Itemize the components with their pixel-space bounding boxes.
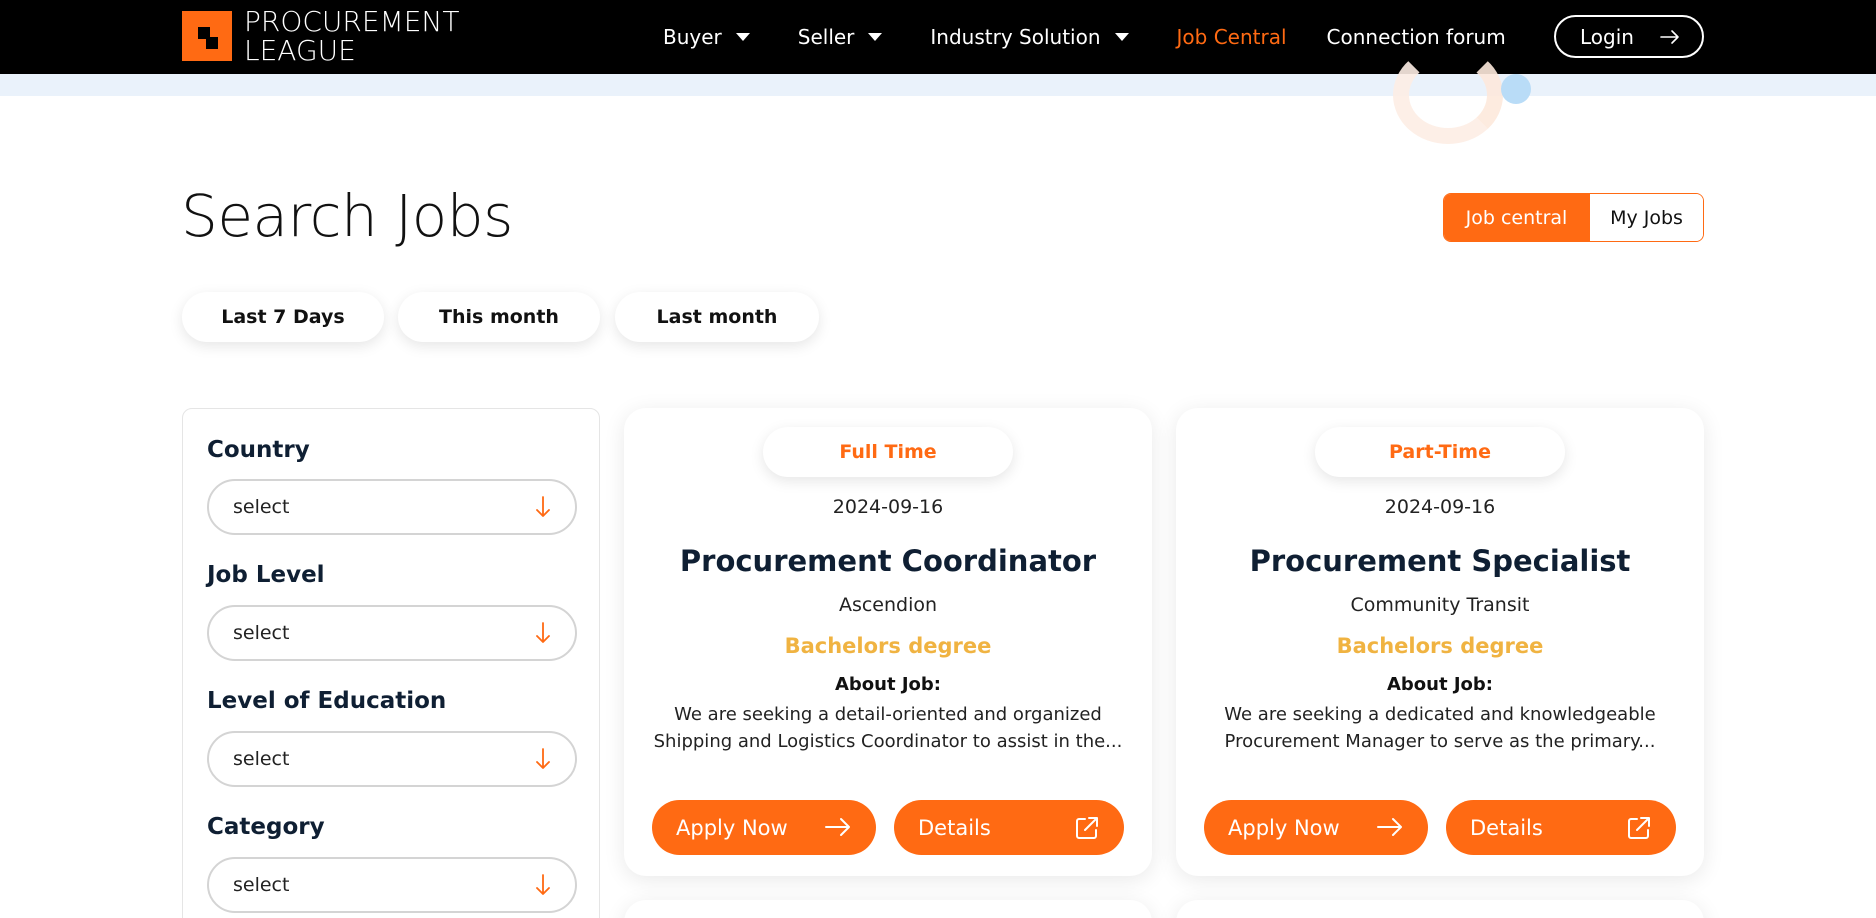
job-type-badge: Full Time — [763, 427, 1013, 477]
caret-down-icon — [868, 33, 883, 41]
job-level-select[interactable]: select — [207, 605, 577, 661]
job-title: Procurement Specialist — [1249, 544, 1631, 578]
nav-item-buyer[interactable]: Buyer — [663, 25, 750, 49]
details-button[interactable]: Details — [1446, 800, 1676, 855]
caret-down-icon — [1114, 33, 1129, 41]
description-line: We are seeking a dedicated and knowledge… — [1224, 704, 1656, 725]
jobs-view-toggle: Job central My Jobs — [1443, 193, 1704, 242]
about-job-label: About Job: — [1386, 674, 1493, 695]
nav-item-job-central[interactable]: Job Central — [1177, 25, 1287, 49]
filter-last-7-days[interactable]: Last 7 Days — [182, 292, 384, 342]
logo-line-2: LEAGUE — [244, 34, 356, 67]
job-date: 2024-09-16 — [1384, 496, 1496, 518]
nav-item-industry-solution[interactable]: Industry Solution — [930, 25, 1129, 49]
nav-item-seller[interactable]: Seller — [798, 25, 883, 49]
details-button[interactable]: Details — [894, 800, 1124, 855]
nav-label: Connection forum — [1326, 25, 1506, 49]
select-value: select — [233, 496, 290, 518]
category-select[interactable]: select — [207, 857, 577, 913]
decorative-dot — [1501, 74, 1531, 104]
education-select[interactable]: select — [207, 731, 577, 787]
description-line: Procurement Manager to serve as the prim… — [1224, 731, 1656, 752]
job-card-partial — [624, 900, 1152, 918]
top-navbar: PROCUREMENT LEAGUE Buyer Seller Industry… — [0, 0, 1876, 74]
arrow-down-icon — [536, 622, 550, 643]
job-title: Procurement Coordinator — [679, 544, 1097, 578]
external-link-icon — [1628, 817, 1650, 839]
nav-label: Seller — [797, 25, 855, 49]
filter-label-country: Country — [207, 437, 310, 463]
tab-job-central[interactable]: Job central — [1444, 194, 1589, 241]
page-title: Search Jobs — [181, 182, 513, 250]
select-value: select — [233, 748, 290, 770]
apply-now-button[interactable]: Apply Now — [1204, 800, 1428, 855]
header-band — [0, 74, 1876, 96]
job-date: 2024-09-16 — [832, 496, 944, 518]
job-description: We are seeking a dedicated and knowledge… — [1176, 701, 1704, 755]
nav-label: Industry Solution — [930, 25, 1101, 49]
job-company: Community Transit — [1350, 594, 1530, 616]
filter-label-category: Category — [207, 814, 325, 840]
nav-item-connection-forum[interactable]: Connection forum — [1327, 25, 1506, 49]
arrow-right-icon — [1377, 818, 1402, 836]
caret-down-icon — [735, 33, 750, 41]
logo-line-1: PROCUREMENT — [244, 5, 460, 38]
apply-now-button[interactable]: Apply Now — [652, 800, 876, 855]
login-button[interactable]: Login — [1554, 15, 1704, 58]
description-line: Shipping and Logistics Coordinator to as… — [653, 731, 1123, 752]
arrow-down-icon — [536, 748, 550, 769]
job-card-partial — [1176, 900, 1704, 918]
filter-label-education: Level of Education — [207, 688, 447, 714]
nav-label: Buyer — [663, 25, 722, 49]
job-card: Full Time 2024-09-16 Procurement Coordin… — [624, 408, 1152, 876]
job-card: Part-Time 2024-09-16 Procurement Special… — [1176, 408, 1704, 876]
job-education: Bachelors degree — [1336, 634, 1544, 658]
arrow-right-icon — [1660, 30, 1679, 44]
apply-label: Apply Now — [676, 815, 788, 840]
country-select[interactable]: select — [207, 479, 577, 535]
select-value: select — [233, 874, 290, 896]
external-link-icon — [1076, 817, 1098, 839]
apply-label: Apply Now — [1228, 815, 1340, 840]
nav-label: Job Central — [1176, 25, 1287, 49]
arrow-down-icon — [536, 874, 550, 895]
job-description: We are seeking a detail-oriented and org… — [624, 701, 1152, 755]
tab-my-jobs[interactable]: My Jobs — [1589, 194, 1703, 241]
arrow-right-icon — [825, 818, 850, 836]
decorative-ring — [1393, 46, 1503, 144]
details-label: Details — [1470, 815, 1543, 840]
logo-mark-icon — [182, 11, 232, 61]
description-line: We are seeking a detail-oriented and org… — [674, 704, 1102, 725]
select-value: select — [233, 622, 290, 644]
filter-this-month[interactable]: This month — [398, 292, 600, 342]
logo-text: PROCUREMENT LEAGUE — [244, 7, 459, 65]
job-type-badge: Part-Time — [1315, 427, 1565, 477]
details-label: Details — [918, 815, 991, 840]
about-job-label: About Job: — [834, 674, 941, 695]
job-education: Bachelors degree — [784, 634, 992, 658]
filter-last-month[interactable]: Last month — [615, 292, 819, 342]
filter-label-job-level: Job Level — [207, 562, 325, 588]
job-company: Ascendion — [838, 594, 938, 616]
login-label: Login — [1580, 24, 1634, 49]
brand-logo[interactable]: PROCUREMENT LEAGUE — [182, 7, 459, 65]
arrow-down-icon — [536, 496, 550, 517]
filter-panel: Country select Job Level select Level of… — [182, 408, 600, 918]
